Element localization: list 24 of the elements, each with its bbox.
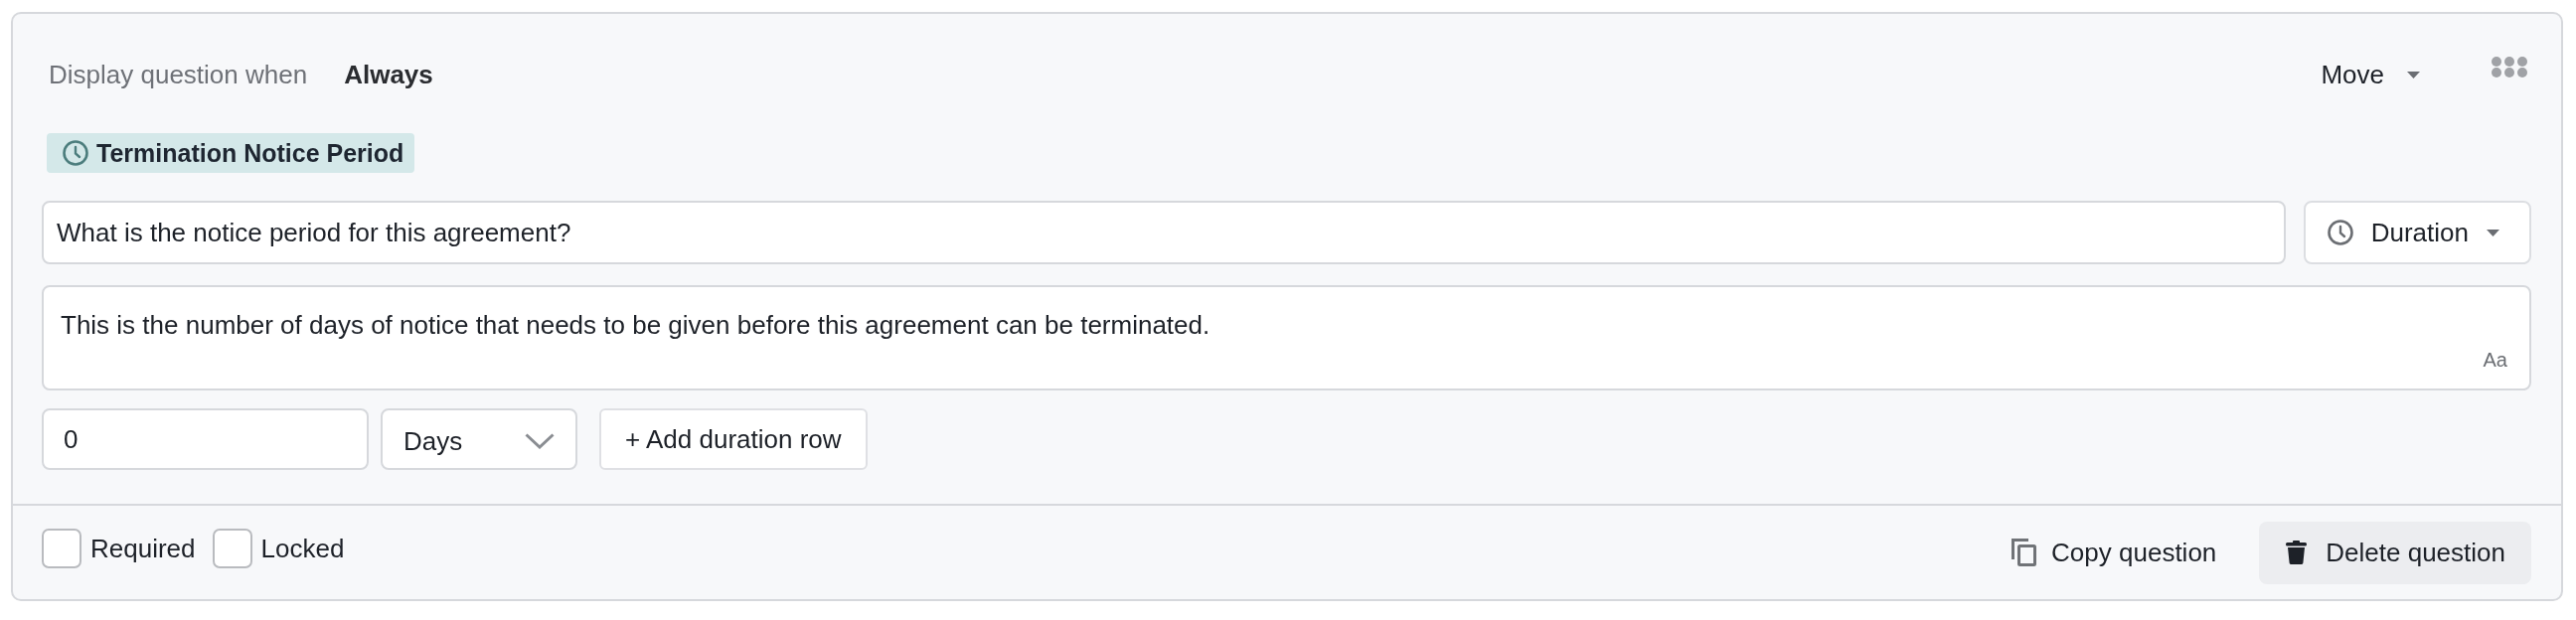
caret-icon (2487, 229, 2499, 236)
move-dropdown[interactable]: Move (2321, 59, 2420, 90)
checkbox-label: Required (90, 534, 196, 563)
condition-value[interactable]: Always (344, 59, 433, 90)
add-row-button[interactable]: + Add duration row (599, 408, 868, 470)
condition-label: Display question when (49, 59, 308, 90)
chevron-icon (525, 433, 555, 449)
text-format-button[interactable]: Aa (2483, 348, 2507, 372)
answer-type-dropdown[interactable]: Duration (2303, 201, 2531, 264)
trash-icon (2286, 541, 2308, 564)
copy-button[interactable]: Copy question (1992, 521, 2237, 584)
checkbox[interactable] (42, 529, 81, 568)
clock-icon (2327, 220, 2353, 245)
clock-icon (63, 140, 88, 166)
checkbox[interactable] (212, 529, 252, 568)
delete-button[interactable]: Delete question (2259, 521, 2531, 584)
unit-select[interactable]: Days (381, 408, 577, 470)
copy-icon (2012, 539, 2037, 566)
checkbox-label: Locked (260, 534, 345, 563)
question-input[interactable]: What is the notice period for this agreement? (42, 201, 2286, 264)
amount-input[interactable]: 0 (42, 408, 369, 470)
tag-label: Termination Notice Period (96, 138, 404, 168)
caret-icon (2407, 71, 2420, 78)
dots-icon[interactable] (2492, 57, 2527, 78)
